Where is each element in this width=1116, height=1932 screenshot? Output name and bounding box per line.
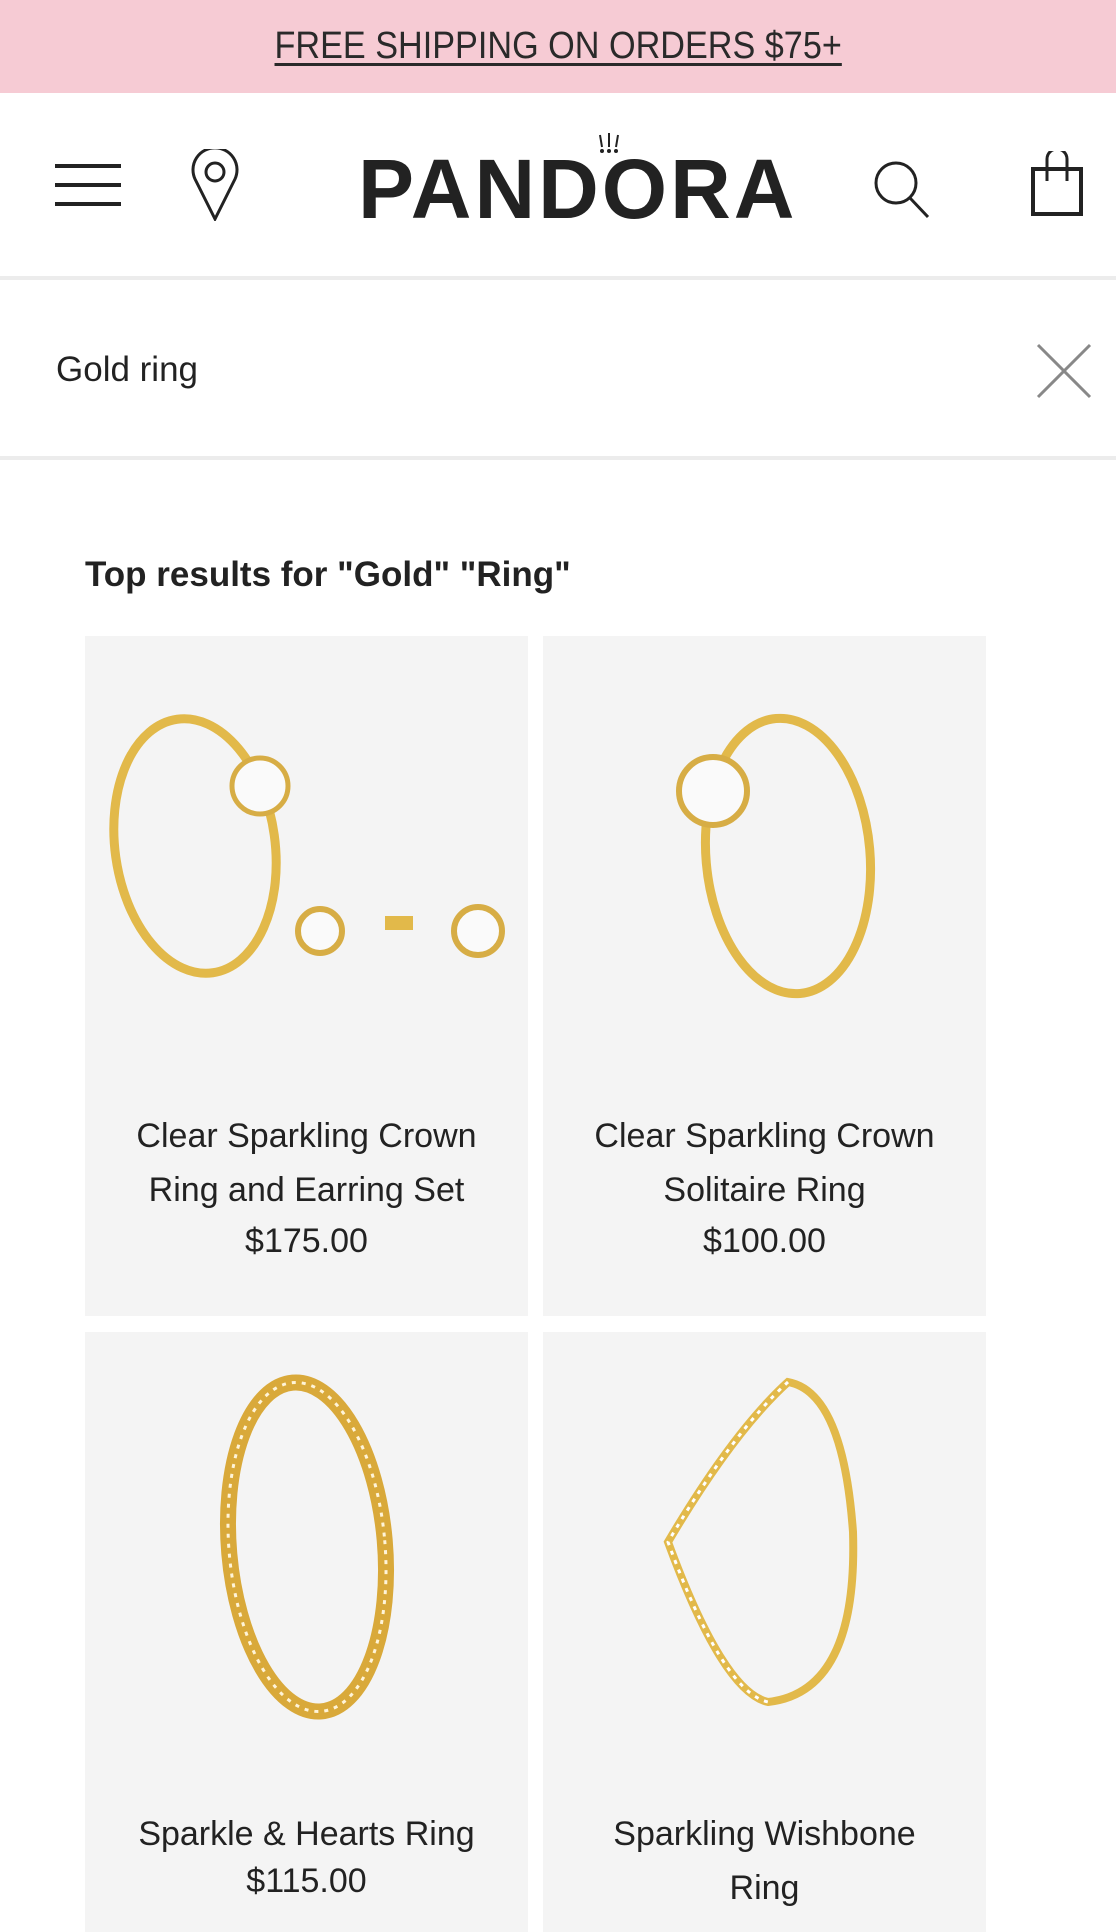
- search-input[interactable]: [56, 340, 956, 400]
- pandora-logo[interactable]: PANDORA: [358, 133, 794, 231]
- product-price: $175.00: [245, 1222, 368, 1260]
- product-title[interactable]: Clear Sparkling Crown Ring and Earring S…: [85, 1109, 528, 1217]
- product-image: [219, 1374, 395, 1720]
- shopping-bag-icon[interactable]: [1030, 151, 1086, 217]
- product-image: [663, 1377, 858, 1707]
- results-heading: Top results for "Gold" "Ring": [85, 555, 571, 594]
- free-shipping-link[interactable]: FREE SHIPPING ON ORDERS $75+: [274, 25, 841, 68]
- product-card[interactable]: Clear Sparkling Crown Solitaire Ring $10…: [543, 636, 986, 1316]
- product-title[interactable]: Sparkling Wishbone Ring: [543, 1807, 986, 1915]
- product-card[interactable]: Sparkling Wishbone Ring: [543, 1332, 986, 1932]
- location-pin-icon[interactable]: [190, 149, 240, 221]
- product-price: $100.00: [703, 1222, 826, 1260]
- product-card[interactable]: Sparkle & Hearts Ring $115.00: [85, 1332, 528, 1932]
- product-title[interactable]: Clear Sparkling Crown Solitaire Ring: [543, 1109, 986, 1217]
- product-card[interactable]: Clear Sparkling Crown Ring and Earring S…: [85, 636, 528, 1316]
- site-header: PANDORA: [0, 93, 1116, 280]
- product-image: [676, 713, 876, 999]
- search-icon[interactable]: [872, 159, 934, 219]
- product-price: $115.00: [246, 1862, 367, 1900]
- product-image: [109, 714, 505, 978]
- menu-icon[interactable]: [55, 163, 121, 207]
- close-icon[interactable]: [1036, 343, 1092, 399]
- search-bar: [0, 280, 1116, 460]
- promo-banner: FREE SHIPPING ON ORDERS $75+: [0, 0, 1116, 93]
- product-title[interactable]: Sparkle & Hearts Ring: [85, 1807, 528, 1861]
